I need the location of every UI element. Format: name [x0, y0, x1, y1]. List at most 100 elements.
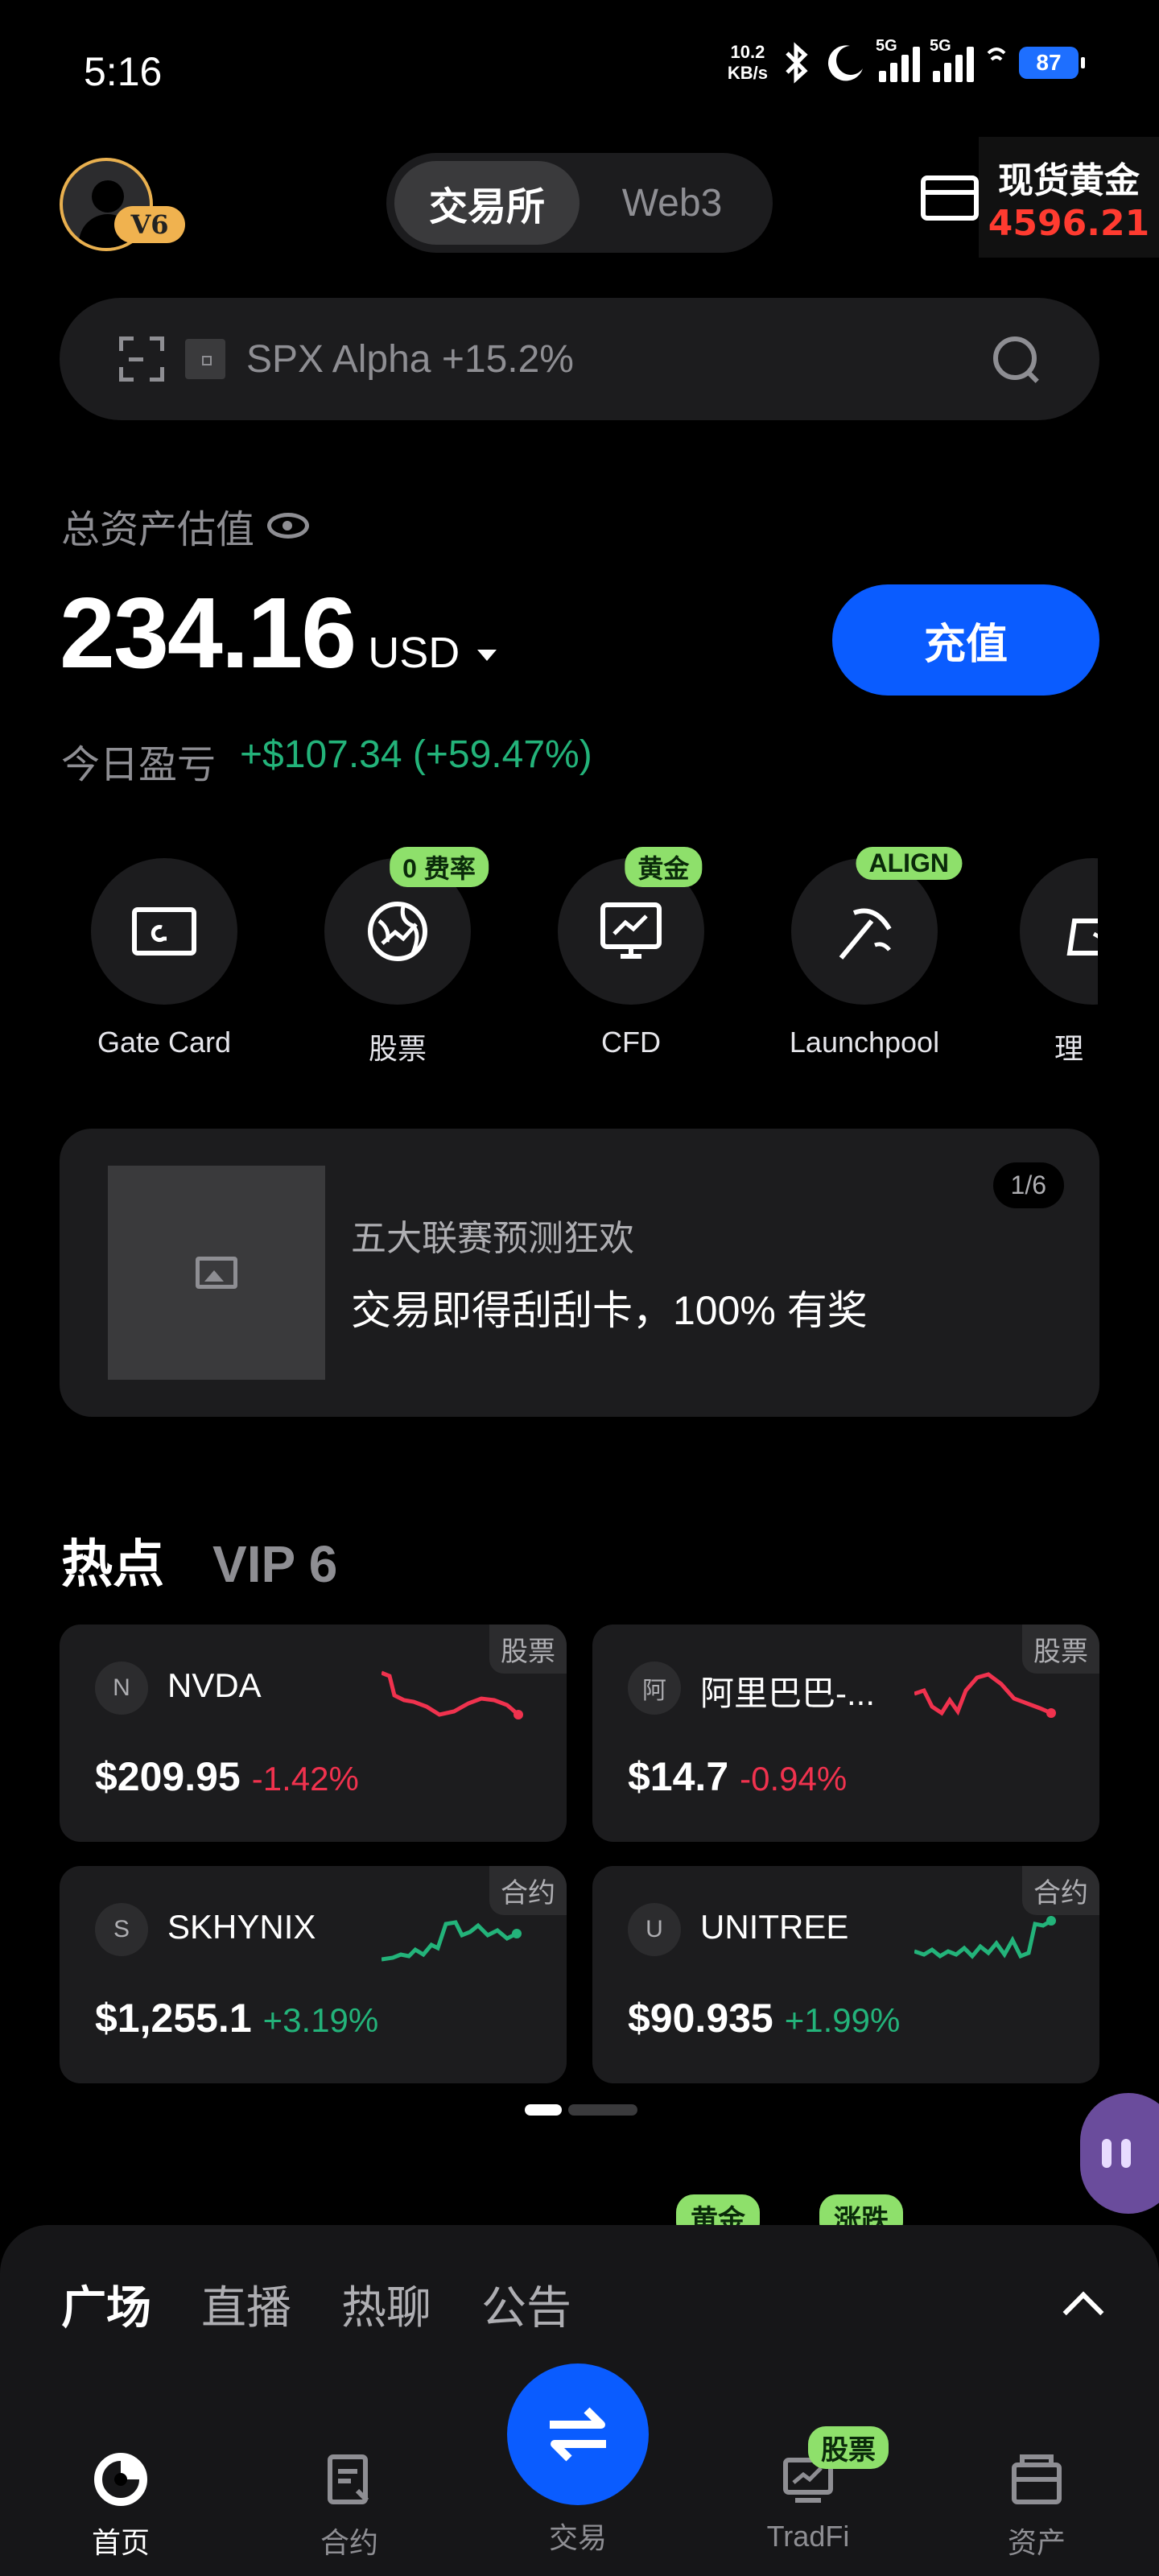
tile-price: $14.7 -0.94% — [628, 1754, 848, 1799]
globe-icon: 0 费率 — [324, 847, 489, 1005]
swap-icon — [550, 2407, 606, 2462]
banner-title: 交易即得刮刮卡，100% 有奖 — [351, 1288, 868, 1333]
scan-icon[interactable] — [119, 336, 164, 382]
contract-icon — [328, 2454, 369, 2504]
tile-change: -1.42% — [251, 1760, 359, 1798]
nav-assets[interactable]: 资产 — [956, 2450, 1117, 2562]
finance-icon — [1020, 858, 1098, 1005]
quick-action-stocks[interactable]: 0 费率 股票 — [293, 847, 502, 1067]
eye-icon[interactable] — [267, 513, 310, 539]
tile-change: +1.99% — [784, 2001, 901, 2039]
symbol-logo: N — [95, 1662, 148, 1715]
search-bar[interactable]: SPX Alpha +15.2% — [60, 298, 1099, 420]
pnl-label: 今日盈亏 — [61, 744, 217, 786]
symbol-logo: S — [95, 1903, 148, 1956]
banner-image — [108, 1166, 325, 1380]
search-input[interactable]: SPX Alpha +15.2% — [246, 337, 992, 382]
net-speed-unit: KB/s — [727, 63, 768, 83]
align-tag: ALIGN — [856, 847, 963, 880]
token-icon — [185, 339, 225, 379]
total-assets-value: 234.16 USD — [60, 576, 497, 691]
quick-action-label: 股票 — [368, 1032, 427, 1065]
market-tile-alibaba[interactable]: 股票 阿 阿里巴巴-... $14.7 -0.94% — [592, 1624, 1099, 1842]
floating-assistant-button[interactable] — [1080, 2093, 1159, 2214]
symbol-name: UNITREE — [700, 1908, 849, 1946]
sparkline-chart — [914, 1916, 1056, 1959]
pickaxe-icon: ALIGN — [791, 847, 963, 1005]
wallet-icon — [1012, 2454, 1062, 2504]
vip-badge: V6 — [114, 206, 185, 243]
quick-action-label: CFD — [601, 1026, 661, 1059]
quick-action-launchpool[interactable]: ALIGN Launchpool — [760, 847, 969, 1059]
nav-label: TradFi — [766, 2520, 850, 2553]
feed-tabs: 广场 直播 热聊 公告 — [61, 2272, 571, 2337]
tab-square[interactable]: 广场 — [61, 2272, 151, 2337]
symbol-name: 阿里巴巴-... — [700, 1674, 875, 1712]
banner-subtitle: 五大联赛预测狂欢 — [351, 1219, 634, 1258]
symbol-logo: 阿 — [628, 1662, 681, 1715]
sparkline-chart — [382, 1920, 522, 1962]
tab-live[interactable]: 直播 — [201, 2272, 291, 2337]
quick-action-label: Launchpool — [789, 1026, 940, 1059]
currency-selector[interactable]: USD — [368, 628, 460, 678]
tile-price: $90.935 +1.99% — [628, 1996, 901, 2041]
market-tile-skhynix[interactable]: 合约 S SKHYNIX $1,255.1 +3.19% — [60, 1866, 567, 2083]
nav-home[interactable]: 首页 — [40, 2450, 201, 2562]
gold-widget-title: 现货黄金 — [998, 160, 1140, 200]
total-assets-label-text: 总资产估值 — [61, 509, 255, 551]
market-tile-nvda[interactable]: 股票 N NVDA $209.95 -1.42% — [60, 1624, 567, 1842]
sparkline-chart — [914, 1672, 1056, 1718]
deposit-button[interactable]: 充值 — [832, 584, 1099, 696]
moon-icon — [828, 45, 863, 81]
chevron-up-icon[interactable] — [1062, 2291, 1104, 2333]
nav-label: 资产 — [1007, 2526, 1066, 2559]
carousel-indicator — [525, 2104, 637, 2116]
gold-tag: 黄金 — [625, 847, 703, 887]
tab-web3[interactable]: Web3 — [580, 161, 765, 245]
today-pnl: 今日盈亏 +$107.34 (+59.47%) — [61, 733, 592, 789]
wifi-icon — [987, 47, 1006, 61]
pnl-value: +$107.34 (+59.47%) — [240, 733, 592, 776]
market-tile-unitree[interactable]: 合约 U UNITREE $90.935 +1.99% — [592, 1866, 1099, 2083]
gold-widget-value: 4596.21 — [988, 202, 1150, 244]
symbol-logo: U — [628, 1903, 681, 1956]
nav-contract[interactable]: 合约 — [269, 2450, 430, 2562]
zero-fee-tag: 0 费率 — [390, 847, 489, 887]
hot-section-header: 热点 VIP 6 — [61, 1523, 337, 1597]
quick-action-cfd[interactable]: 黄金 CFD — [526, 847, 736, 1059]
status-icons: 10.2 KB/s 5G 5G 87 — [728, 37, 1085, 84]
trade-button[interactable] — [507, 2363, 649, 2505]
total-assets-label: 总资产估值 — [61, 497, 310, 554]
tradfi-stock-badge: 股票 — [808, 2426, 889, 2469]
tile-change: +3.19% — [262, 2001, 379, 2039]
search-icon[interactable] — [992, 335, 1040, 383]
quick-action-gate-card[interactable]: Gate Card — [60, 858, 269, 1059]
sparkline-chart — [382, 1670, 523, 1719]
signal-icon: 5G — [876, 37, 920, 82]
symbol-name: NVDA — [167, 1666, 262, 1704]
chart-monitor-icon: 黄金 — [558, 847, 704, 1005]
battery-indicator: 87 — [1019, 47, 1085, 79]
promo-banner[interactable]: 五大联赛预测狂欢 交易即得刮刮卡，100% 有奖 1/6 — [60, 1129, 1099, 1417]
gate-card-icon — [91, 858, 237, 1005]
nav-label: 首页 — [91, 2526, 150, 2559]
assets-amount: 234.16 — [60, 578, 357, 689]
tab-vip[interactable]: VIP 6 — [212, 1534, 337, 1594]
nav-label: 合约 — [320, 2526, 378, 2559]
nav-trade-label: 交易 — [548, 2521, 607, 2554]
tab-chat[interactable]: 热聊 — [341, 2272, 431, 2337]
gold-price-widget[interactable]: 现货黄金 4596.21 — [979, 137, 1159, 258]
home-icon — [94, 2453, 147, 2506]
tile-change: -0.94% — [740, 1760, 848, 1798]
tab-hot[interactable]: 热点 — [61, 1523, 164, 1597]
tile-price: $1,255.1 +3.19% — [95, 1996, 379, 2041]
card-icon[interactable] — [921, 175, 979, 221]
caret-down-icon[interactable] — [477, 650, 497, 661]
exchange-web3-toggle: 交易所 Web3 — [386, 153, 773, 253]
net-speed-value: 10.2 — [730, 42, 765, 62]
tab-exchange[interactable]: 交易所 — [394, 161, 580, 245]
net-speed: 10.2 KB/s — [728, 42, 768, 84]
quick-action-finance[interactable]: 理 — [993, 858, 1098, 1084]
symbol-name: SKHYNIX — [167, 1908, 316, 1946]
tab-announcement[interactable]: 公告 — [481, 2272, 571, 2337]
